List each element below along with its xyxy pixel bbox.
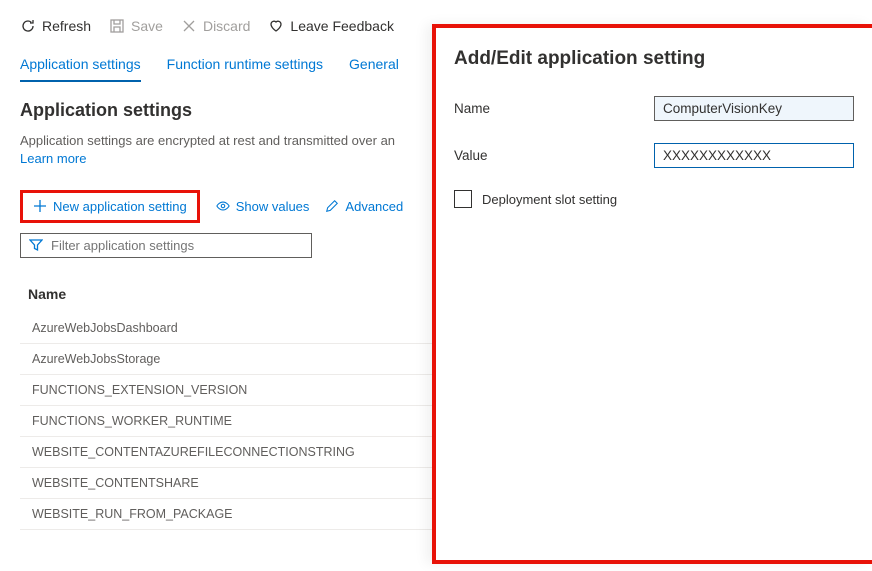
filter-icon (29, 238, 43, 252)
tab-general[interactable]: General (349, 56, 399, 82)
name-input[interactable] (654, 96, 854, 121)
name-field-label: Name (454, 101, 654, 116)
save-button[interactable]: Save (109, 18, 163, 34)
show-values-button[interactable]: Show values (216, 199, 310, 214)
tab-application-settings[interactable]: Application settings (20, 56, 141, 82)
filter-text-input[interactable] (51, 238, 303, 253)
learn-more-link[interactable]: Learn more (20, 151, 86, 166)
advanced-label: Advanced (345, 199, 403, 214)
discard-label: Discard (203, 18, 250, 34)
save-icon (109, 18, 125, 34)
filter-input[interactable] (20, 233, 312, 258)
deployment-slot-checkbox[interactable] (454, 190, 472, 208)
show-values-label: Show values (236, 199, 310, 214)
deployment-slot-label: Deployment slot setting (482, 192, 617, 207)
refresh-button[interactable]: Refresh (20, 18, 91, 34)
save-label: Save (131, 18, 163, 34)
discard-button[interactable]: Discard (181, 18, 250, 34)
refresh-icon (20, 18, 36, 34)
panel-title: Add/Edit application setting (454, 48, 854, 70)
new-setting-label: New application setting (53, 199, 187, 214)
heart-icon (268, 18, 284, 34)
value-field-label: Value (454, 148, 654, 163)
tab-function-runtime-settings[interactable]: Function runtime settings (167, 56, 323, 82)
feedback-button[interactable]: Leave Feedback (268, 18, 394, 34)
advanced-edit-button[interactable]: Advanced (325, 199, 403, 214)
value-input[interactable] (654, 143, 854, 168)
add-edit-setting-panel: Add/Edit application setting Name Value … (432, 24, 872, 564)
discard-icon (181, 18, 197, 34)
refresh-label: Refresh (42, 18, 91, 34)
feedback-label: Leave Feedback (290, 18, 394, 34)
plus-icon (33, 199, 47, 213)
new-application-setting-button[interactable]: New application setting (20, 190, 200, 223)
pencil-icon (325, 199, 339, 213)
eye-icon (216, 199, 230, 213)
